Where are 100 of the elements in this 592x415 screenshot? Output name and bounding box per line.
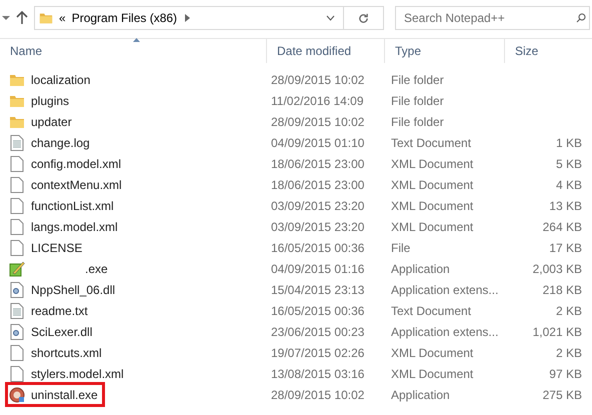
date-cell-text: 03/09/2015 23:20	[270, 198, 366, 214]
folder-icon	[39, 11, 53, 25]
column-header[interactable]: Name	[0, 39, 267, 63]
date-cell-text: 16/05/2015 00:36	[270, 240, 366, 256]
file-name-item[interactable]: config.model.xml	[8, 154, 126, 173]
date-cell-text: 16/05/2015 00:36	[270, 302, 366, 320]
text-file-icon	[10, 134, 24, 150]
file-name: readme.txt	[31, 302, 88, 320]
type-cell-text: Application	[390, 260, 451, 278]
file-name-item[interactable]: readme.txt	[8, 301, 92, 320]
file-name: uninstall.exe	[31, 386, 98, 404]
file-name-item[interactable]: langs.model.xml	[8, 217, 122, 236]
file-name-item[interactable]: change.log	[8, 133, 94, 152]
file-name: localization	[31, 72, 90, 88]
gear-file-icon	[10, 282, 24, 298]
file-name-item[interactable]: localization	[8, 70, 94, 89]
date-cell-text: 15/04/2015 23:13	[270, 282, 366, 298]
date-cell-text: 28/09/2015 10:02	[270, 72, 366, 88]
file-icon	[10, 344, 24, 360]
file-name: functionList.xml	[31, 198, 114, 214]
search-icon[interactable]	[576, 13, 586, 23]
file-name-item[interactable]: .exe	[8, 259, 112, 278]
type-cell-text: XML Document	[390, 156, 474, 172]
size-cell-text: 5 KB	[554, 156, 583, 172]
date-cell-text: 13/08/2015 03:16	[270, 366, 366, 382]
size-cell-text: 218 KB	[542, 282, 583, 298]
folder-icon	[9, 72, 25, 86]
type-cell-text: File	[390, 240, 412, 256]
type-cell-text: Application extens...	[390, 324, 500, 340]
up-arrow-icon[interactable]	[16, 11, 28, 25]
type-cell-text: Text Document	[390, 134, 472, 152]
folder-icon	[9, 114, 25, 128]
file-name: LICENSE	[31, 240, 82, 256]
date-cell-text: 28/09/2015 10:02	[270, 386, 366, 404]
size-cell-text: 2,003 KB	[532, 260, 583, 278]
file-icon	[10, 240, 24, 256]
file-name: contextMenu.xml	[31, 176, 122, 194]
size-cell-text: 97 KB	[548, 366, 583, 382]
type-cell-text: XML Document	[390, 344, 474, 362]
text-file-icon	[10, 302, 24, 318]
gear-file-icon	[10, 324, 24, 340]
file-name: stylers.model.xml	[31, 366, 124, 382]
file-name-item[interactable]: uninstall.exe	[8, 385, 102, 404]
date-cell-text: 18/06/2015 23:00	[270, 156, 366, 172]
type-cell-text: Application extens...	[390, 282, 500, 298]
installer-icon	[9, 386, 25, 402]
type-cell-text: File folder	[390, 114, 445, 130]
file-name-item[interactable]: stylers.model.xml	[8, 364, 128, 383]
file-name: NppShell_06.dll	[31, 282, 116, 298]
type-cell-text: XML Document	[390, 218, 474, 236]
type-cell-text: XML Document	[390, 366, 474, 382]
date-cell-text: 18/06/2015 23:00	[270, 176, 366, 194]
file-name-item[interactable]: LICENSE	[8, 238, 86, 257]
type-cell-text: Application	[390, 386, 451, 404]
size-cell-text: 4 KB	[554, 176, 583, 194]
size-cell-text: 1 KB	[554, 134, 583, 152]
file-name-item[interactable]: shortcuts.xml	[8, 343, 106, 362]
notepad-icon	[9, 260, 25, 276]
date-cell-text: 28/09/2015 10:02	[270, 114, 366, 130]
column-header[interactable]: Type	[385, 39, 505, 63]
type-cell-text: File folder	[390, 92, 445, 110]
address-bar[interactable]: « Program Files (x86)	[34, 6, 384, 30]
file-name: shortcuts.xml	[31, 344, 102, 362]
type-cell-text: XML Document	[390, 176, 474, 194]
refresh-icon[interactable]	[358, 12, 369, 24]
file-icon	[10, 176, 24, 192]
type-cell-text: XML Document	[390, 198, 474, 214]
size-cell-text: 13 KB	[548, 198, 583, 214]
folder-icon	[9, 94, 25, 108]
file-name: .exe	[84, 260, 108, 278]
column-header[interactable]: Date modified	[267, 39, 385, 63]
file-name-item[interactable]: functionList.xml	[8, 196, 118, 215]
date-cell-text: 04/09/2015 01:16	[270, 260, 366, 278]
file-name: change.log	[31, 134, 90, 152]
file-name-item[interactable]: SciLexer.dll	[8, 322, 96, 341]
file-icon	[10, 156, 24, 172]
chevron-icon[interactable]	[185, 14, 190, 22]
file-icon	[10, 218, 24, 234]
chevron-down-icon[interactable]	[326, 15, 335, 21]
file-name-item[interactable]: plugins	[8, 91, 74, 110]
size-cell-text: 17 KB	[548, 240, 583, 256]
column-header[interactable]: Size	[505, 39, 592, 63]
date-cell-text: 23/06/2015 00:23	[270, 324, 366, 340]
type-cell-text: File folder	[390, 72, 445, 88]
breadcrumb[interactable]: «	[59, 9, 66, 27]
date-cell-text: 11/02/2016 14:09	[270, 92, 365, 110]
date-cell-text: 03/09/2015 23:20	[270, 218, 366, 236]
file-name-item[interactable]: updater	[8, 112, 76, 131]
size-cell-text: 1,021 KB	[532, 324, 583, 340]
size-cell-text: 264 KB	[542, 218, 583, 236]
size-cell-text: 275 KB	[542, 386, 583, 404]
date-cell-text: 04/09/2015 01:10	[270, 134, 366, 152]
file-name: updater	[31, 114, 72, 130]
dropdown-icon[interactable]	[2, 15, 10, 21]
file-name-item[interactable]: contextMenu.xml	[8, 175, 126, 194]
search-field[interactable]: Search Notepad++	[395, 6, 590, 30]
breadcrumb[interactable]: Program Files (x86)	[72, 9, 178, 27]
date-cell-text: 19/07/2015 02:26	[270, 344, 366, 362]
file-name: plugins	[31, 92, 70, 110]
file-name-item[interactable]: NppShell_06.dll	[8, 280, 120, 299]
